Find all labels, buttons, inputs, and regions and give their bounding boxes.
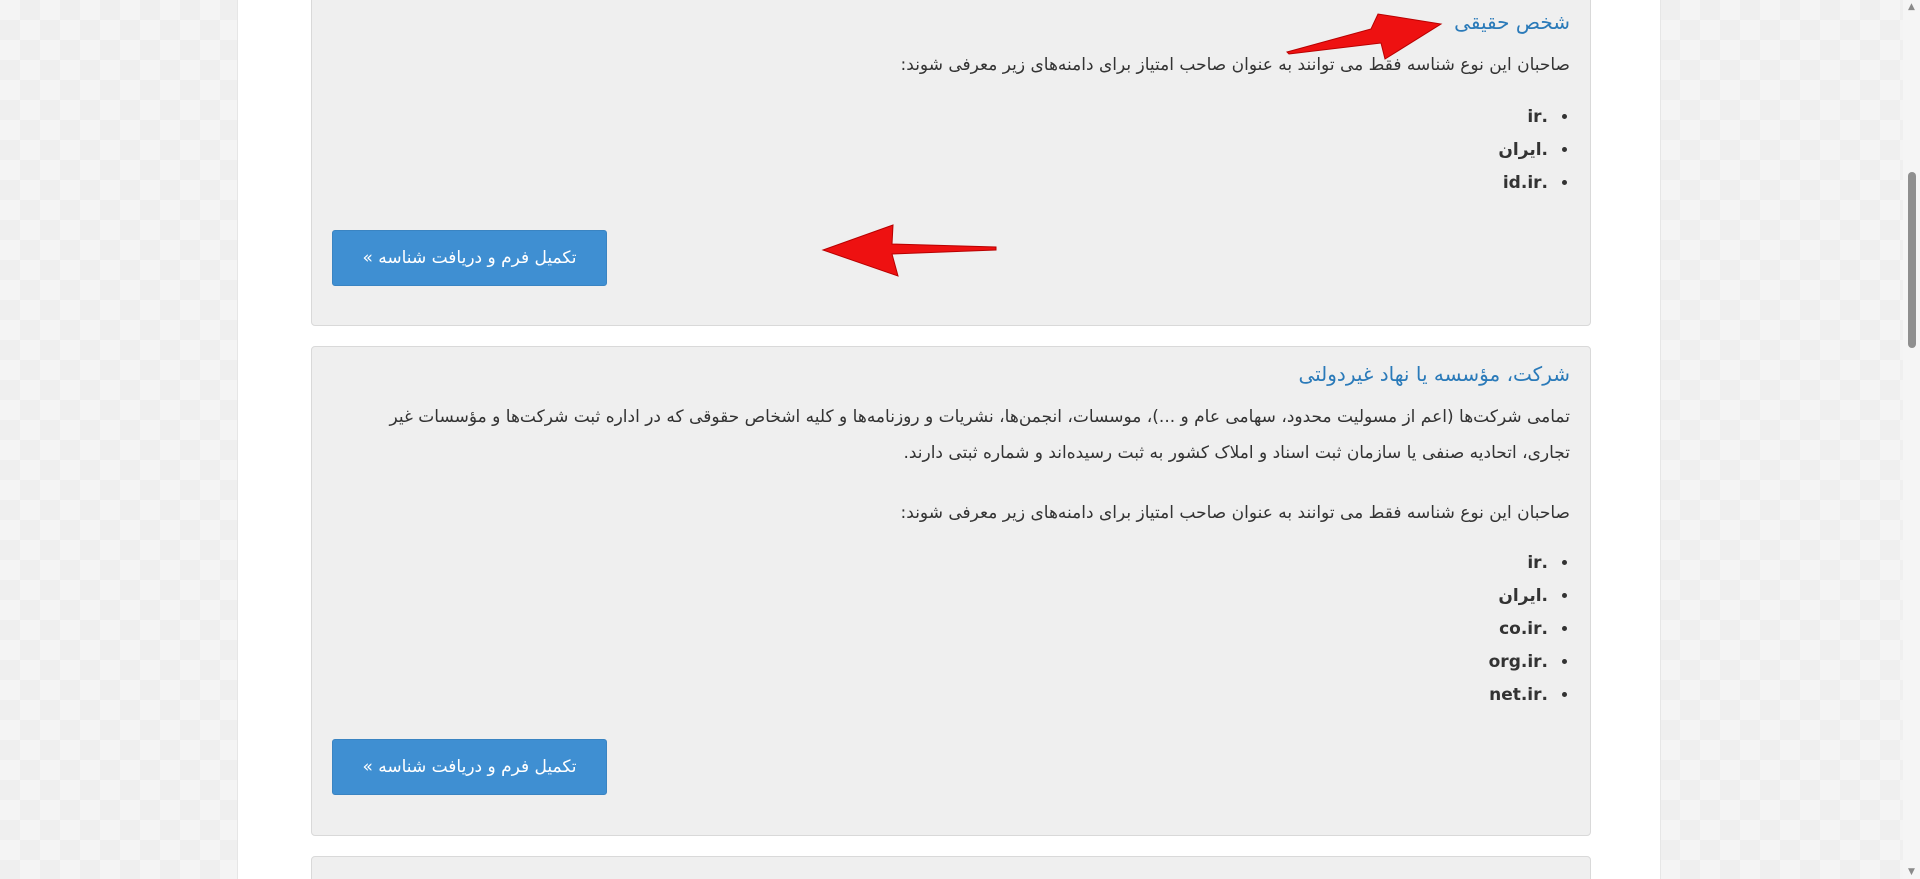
annotation-arrow-to-button xyxy=(821,224,997,277)
page-scrollbar[interactable]: ▲ ▼ xyxy=(1903,0,1920,879)
scrollbar-thumb[interactable] xyxy=(1908,172,1916,348)
page-content: شخص حقیقی صاحبان این نوع شناسه فقط می تو… xyxy=(237,0,1661,879)
chevron-down-icon[interactable]: ▼ xyxy=(1903,865,1920,879)
annotation-arrow-to-title xyxy=(1286,13,1443,60)
annotation-arrows xyxy=(821,13,1443,277)
chevron-up-icon[interactable]: ▲ xyxy=(1903,0,1920,14)
